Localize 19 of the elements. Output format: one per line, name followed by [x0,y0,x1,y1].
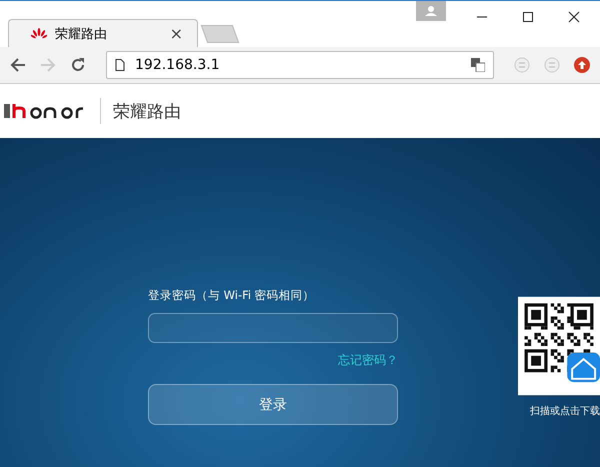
reload-icon[interactable] [70,57,86,73]
page-icon [115,59,125,71]
login-button[interactable]: 登录 [148,384,398,425]
upload-icon[interactable] [574,57,590,73]
translate-icon[interactable] [471,58,485,72]
close-icon[interactable] [568,11,580,23]
browser-tab[interactable]: 荣耀路由 × [8,19,198,47]
maximize-icon[interactable] [522,11,534,23]
download-caption: 扫描或点击下载 [530,404,600,418]
back-icon[interactable] [10,57,26,73]
url-text: 192.168.3.1 [135,57,220,73]
flower-logo-icon [31,28,47,40]
address-bar[interactable]: 192.168.3.1 [106,51,494,79]
tab-title: 荣耀路由 [55,26,108,42]
field-label: 登录密码（与 Wi-Fi 密码相同） [148,288,316,303]
close-tab-button[interactable]: × [170,24,183,43]
brand-title: 荣耀路由 [113,100,181,122]
qr-code[interactable] [518,296,600,396]
forgot-password-link[interactable]: 忘记密码？ [338,352,398,369]
